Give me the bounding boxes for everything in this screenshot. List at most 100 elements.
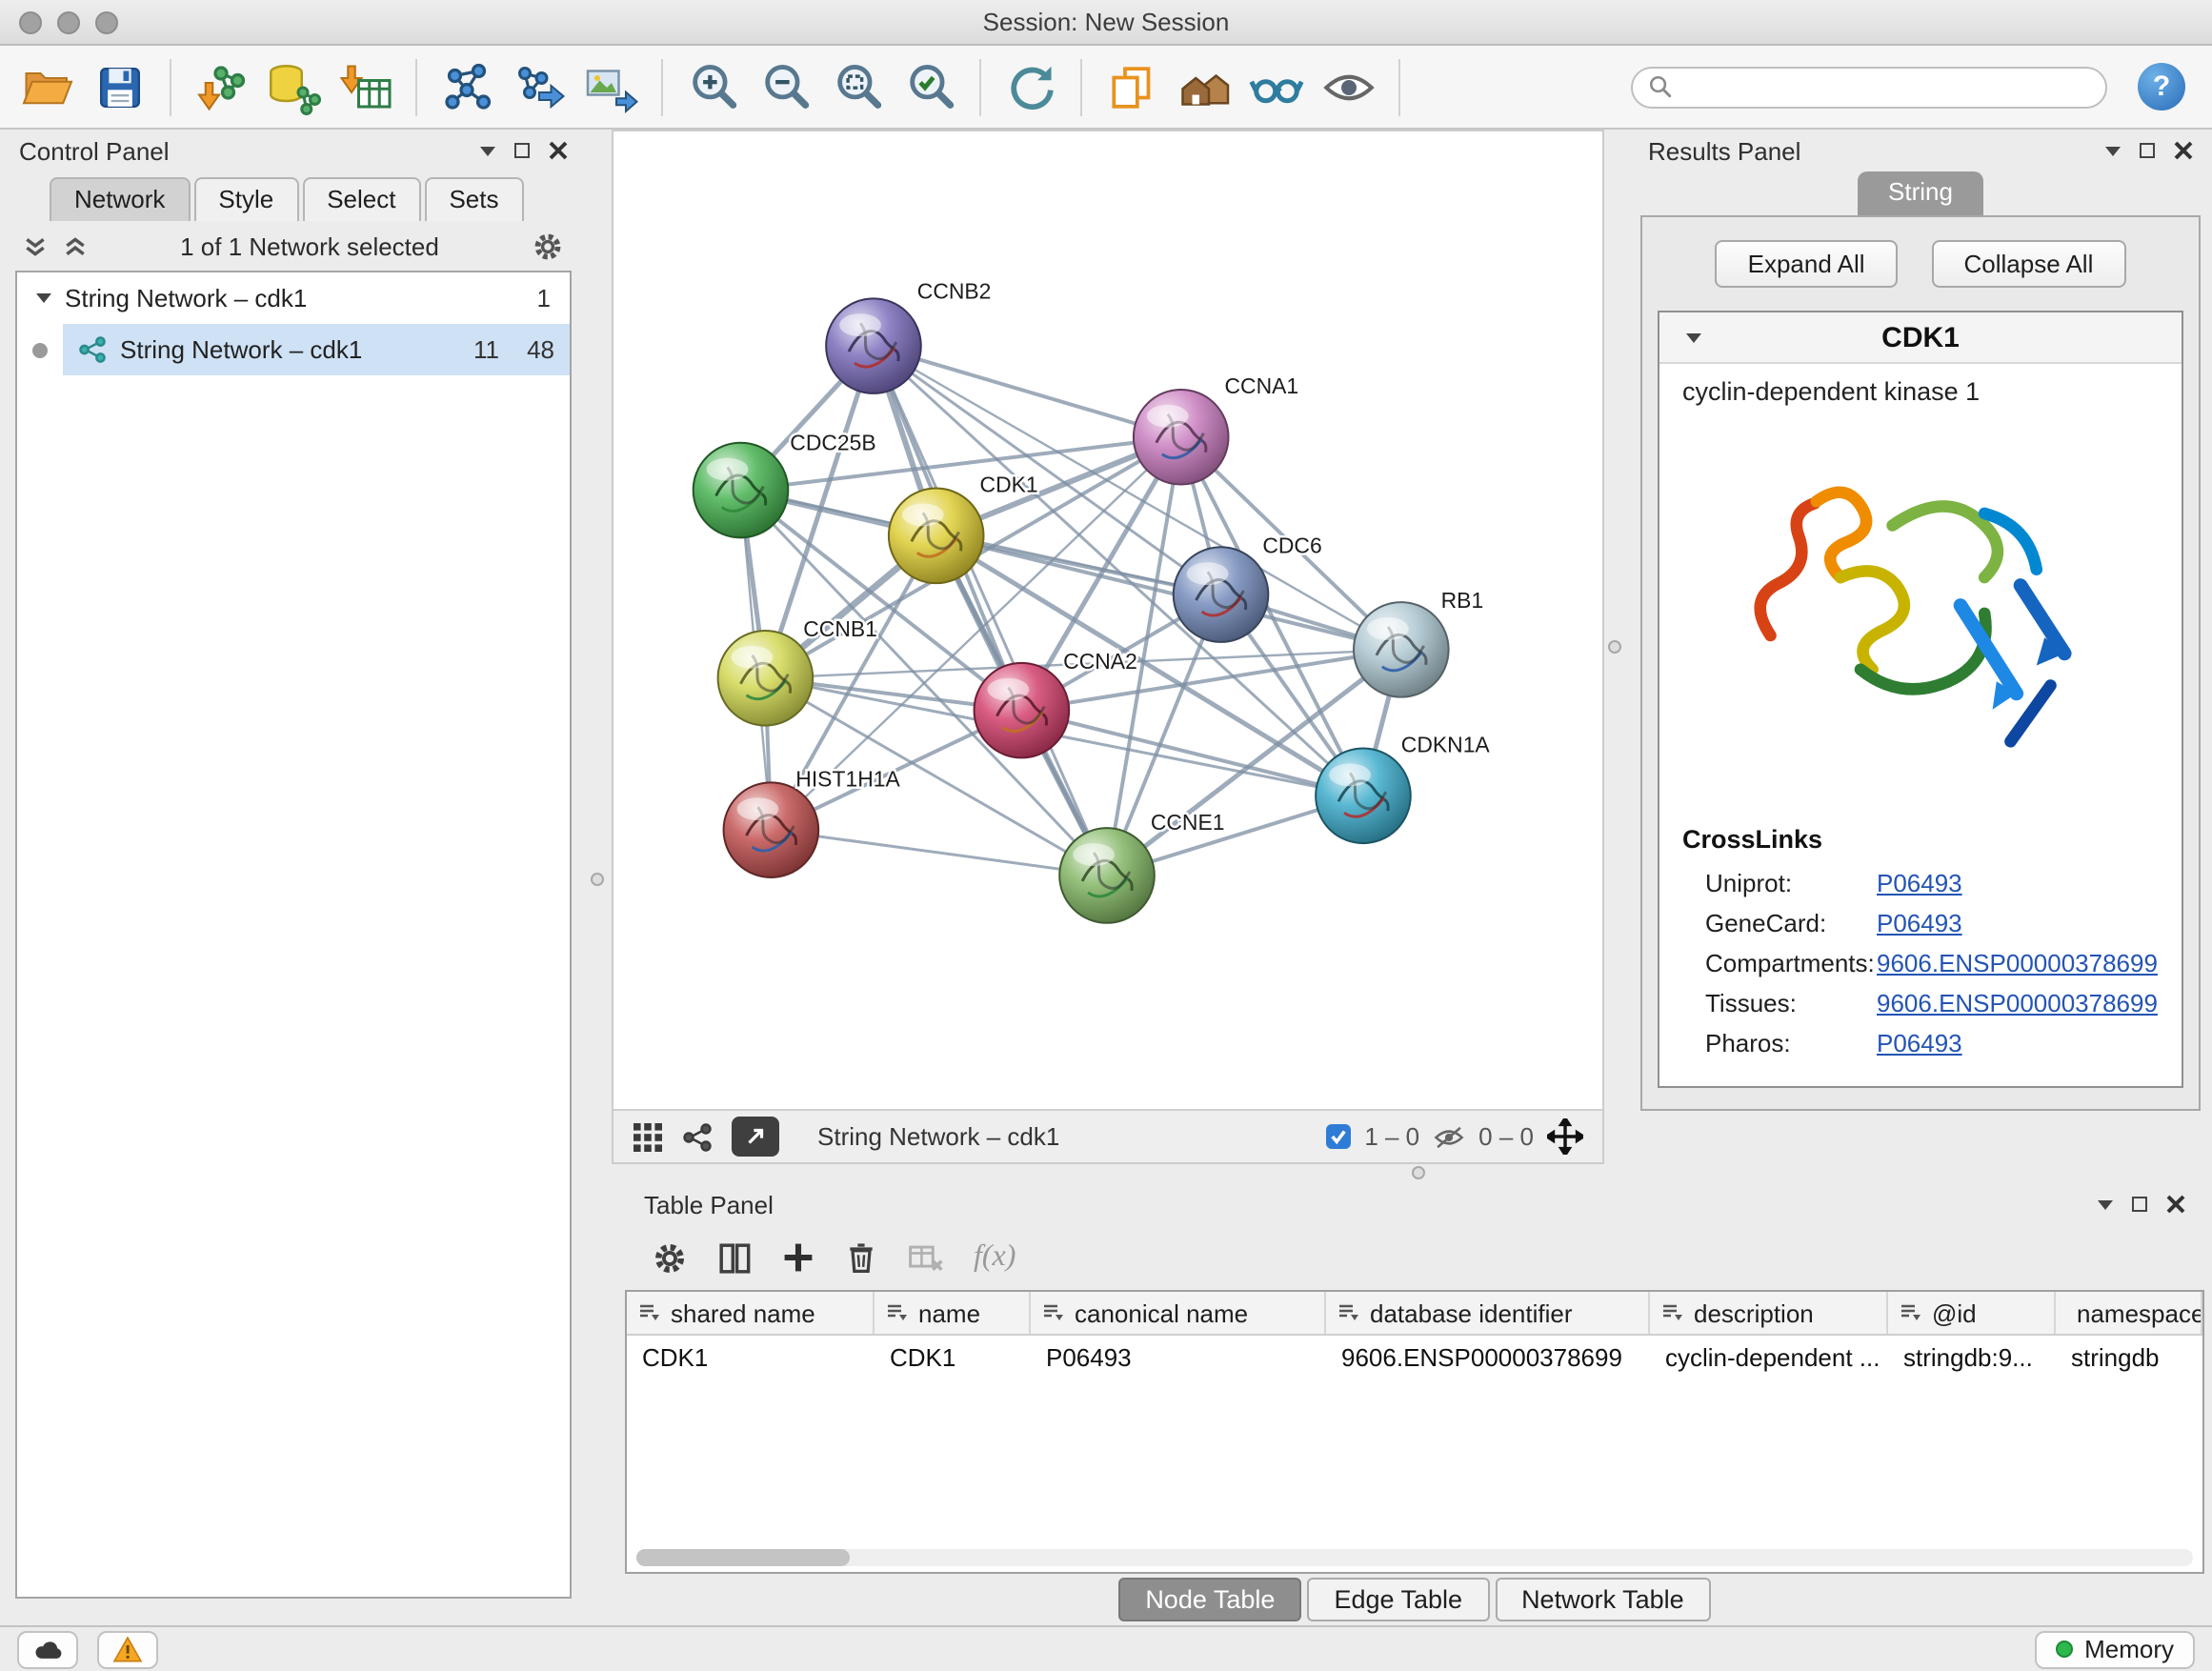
pan-crosshair-icon[interactable] [1547,1118,1583,1155]
delete-column-trash-icon[interactable] [844,1240,878,1275]
open-in-new-window-button[interactable] [732,1117,779,1157]
network-node-HIST1H1A[interactable] [724,782,819,877]
column-header-canonical-name[interactable]: canonical name [1031,1292,1326,1334]
genecard-link[interactable]: P06493 [1877,903,1962,943]
cell-name[interactable]: CDK1 [875,1343,1031,1372]
network-node-CDC25B[interactable] [694,443,789,538]
network-node-CDKN1A[interactable] [1316,748,1411,843]
import-table-from-file-button[interactable] [333,54,398,119]
function-builder-button[interactable]: f(x) [974,1240,1016,1275]
gear-icon[interactable] [532,230,564,262]
column-header-name[interactable]: name [875,1292,1031,1334]
network-node-CCNB1[interactable] [718,631,814,726]
new-network-button[interactable] [434,54,499,119]
collapse-all-button[interactable]: Collapse All [1932,240,2126,288]
close-window-button[interactable] [19,10,42,33]
gene-section-header[interactable]: CDK1 [1659,312,2182,364]
help-button[interactable]: ? [2138,63,2185,111]
column-header-description[interactable]: description [1650,1292,1888,1334]
panel-menu-icon[interactable] [2105,146,2121,155]
panel-close-icon[interactable] [2174,141,2193,160]
panel-float-icon[interactable] [2132,1197,2147,1212]
collapse-all-icon[interactable] [23,233,48,258]
warnings-button[interactable] [97,1630,158,1668]
table-splitter[interactable] [612,1164,2212,1183]
collection-expand-icon[interactable] [36,293,51,303]
zoom-selected-button[interactable] [897,54,962,119]
selected-checkbox-icon[interactable] [1326,1124,1351,1149]
import-network-from-database-button[interactable] [261,54,326,119]
show-columns-icon[interactable] [716,1239,753,1276]
cell-shared-name[interactable]: CDK1 [627,1343,875,1372]
network-node-CDK1[interactable] [889,489,984,584]
grid-view-icon[interactable] [633,1121,663,1152]
tab-network[interactable]: Network [50,177,190,221]
save-session-button[interactable] [88,54,152,119]
right-splitter[interactable] [1604,130,1629,1164]
zoom-window-button[interactable] [95,10,118,33]
tab-style[interactable]: Style [193,177,298,221]
left-splitter[interactable] [587,130,612,1625]
panel-float-icon[interactable] [2140,143,2155,158]
import-network-from-file-button[interactable] [189,54,253,119]
network-row-selected[interactable]: String Network – cdk1 11 48 [63,324,570,375]
expand-all-icon[interactable] [63,233,88,258]
compartments-link[interactable]: 9606.ENSP00000378699 [1877,943,2158,983]
zoom-out-button[interactable] [753,54,817,119]
show-hide-button[interactable] [1317,54,1381,119]
tab-string[interactable]: String [1858,171,1983,215]
cell-id[interactable]: stringdb:9... [1888,1343,2056,1372]
panel-float-icon[interactable] [514,143,530,158]
tab-network-table[interactable]: Network Table [1495,1578,1711,1621]
zoom-fit-button[interactable] [825,54,890,119]
network-collection-row[interactable]: String Network – cdk1 1 [17,272,570,324]
panel-menu-icon[interactable] [2098,1199,2113,1209]
export-image-button[interactable] [579,54,644,119]
tab-node-table[interactable]: Node Table [1118,1578,1301,1621]
column-header-database-identifier[interactable]: database identifier [1326,1292,1650,1334]
expand-all-button[interactable]: Expand All [1716,240,1898,288]
table-settings-gear-icon[interactable] [652,1239,688,1276]
copy-document-button[interactable] [1099,54,1164,119]
network-node-CDC6[interactable] [1174,547,1269,642]
network-node-CCNA2[interactable] [975,663,1070,758]
cell-database-identifier[interactable]: 9606.ENSP00000378699 [1326,1343,1650,1372]
network-node-CCNA1[interactable] [1134,390,1229,485]
minimize-window-button[interactable] [57,10,80,33]
search-input[interactable] [1684,70,2090,103]
network-row[interactable]: String Network – cdk1 11 48 [17,324,570,375]
panel-close-icon[interactable] [2166,1195,2185,1214]
open-session-button[interactable] [15,54,80,119]
search-box[interactable] [1631,66,2107,108]
zoom-in-button[interactable] [680,54,745,119]
tab-select[interactable]: Select [302,177,420,221]
apply-layout-button[interactable] [998,54,1063,119]
cloud-status-button[interactable] [17,1630,78,1668]
panel-menu-icon[interactable] [480,146,495,155]
tissues-link[interactable]: 9606.ENSP00000378699 [1877,983,2158,1023]
column-header-namespace[interactable]: namespace [2056,1292,2202,1334]
table-row[interactable]: CDK1 CDK1 P06493 9606.ENSP00000378699 cy… [627,1336,2202,1379]
graphics-details-button[interactable] [1244,54,1309,119]
tab-edge-table[interactable]: Edge Table [1307,1578,1489,1621]
cell-canonical-name[interactable]: P06493 [1031,1343,1326,1372]
horizontal-scrollbar[interactable] [636,1549,2193,1566]
export-network-button[interactable] [507,54,572,119]
network-node-CCNB2[interactable] [826,298,921,393]
panel-close-icon[interactable] [549,141,568,160]
add-column-icon[interactable] [781,1240,815,1275]
network-edge-HIST1H1A-CCNE1[interactable] [771,830,1107,876]
network-node-RB1[interactable] [1354,602,1449,697]
network-node-CCNE1[interactable] [1059,828,1155,923]
network-edge-CCNB2-CCNE1[interactable] [874,346,1107,876]
clear-table-icon[interactable] [907,1238,945,1277]
network-overview-icon[interactable] [682,1121,713,1152]
uniprot-link[interactable]: P06493 [1877,863,1962,903]
hidden-eye-icon[interactable] [1433,1123,1465,1150]
scrollbar-thumb[interactable] [636,1549,850,1566]
tab-sets[interactable]: Sets [424,177,523,221]
column-header-shared-name[interactable]: shared name [627,1292,875,1334]
pharos-link[interactable]: P06493 [1877,1023,1962,1063]
section-collapse-icon[interactable] [1686,332,1701,342]
cell-description[interactable]: cyclin-dependent ... [1650,1343,1888,1372]
